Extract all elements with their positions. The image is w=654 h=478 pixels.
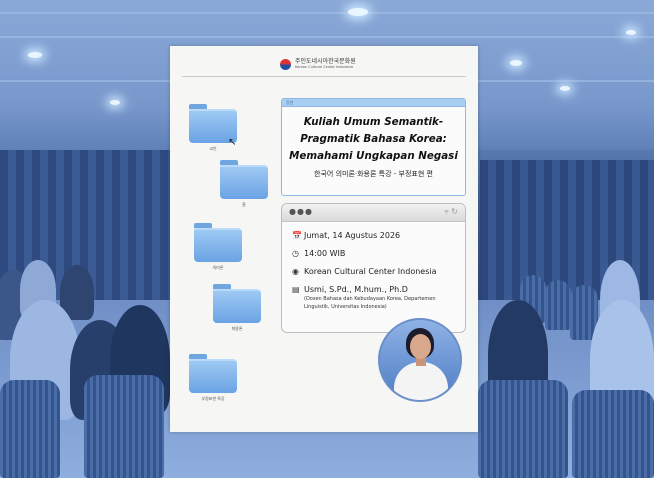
share-icon[interactable]: ⫧: [444, 207, 449, 216]
refresh-icon[interactable]: ↻: [451, 207, 458, 216]
title-window-bar-label: 강연: [286, 100, 294, 105]
ceiling-line: [0, 36, 654, 38]
ceiling-light: [510, 60, 522, 66]
event-title-line: Memahami Ungkapan Negasi: [289, 150, 458, 162]
date-row: 📅 Jumat, 14 Agustus 2026: [292, 230, 400, 241]
folder-home[interactable]: 홈: [220, 160, 268, 208]
ceiling-light: [560, 86, 570, 91]
folder-label: 부정표현 특강: [201, 396, 225, 401]
logo-english: Korean Cultural Center Indonesia: [295, 64, 353, 69]
event-venue: Korean Cultural Center Indonesia: [304, 267, 437, 276]
event-title-line: Pragmatik Bahasa Korea:: [300, 133, 447, 145]
folder-icon: [220, 165, 268, 199]
folder-icon: [194, 228, 242, 262]
mouse-cursor-icon: ↖: [228, 137, 237, 148]
event-title: Kuliah Umum Semantik- Pragmatik Bahasa K…: [282, 114, 465, 165]
logo-korean: 주인도네시아한국문화원: [295, 57, 356, 65]
title-window: 강연 Kuliah Umum Semantik- Pragmatik Bahas…: [281, 98, 466, 196]
event-time: 14:00 WIB: [304, 249, 346, 258]
kcc-logo: 주인도네시아한국문화원 Korean Cultural Center Indon…: [280, 56, 356, 72]
folder-pragmatics[interactable]: 화용론: [213, 284, 261, 332]
location-pin-icon: ◉: [292, 267, 299, 276]
chair: [0, 380, 60, 478]
folder-icon: [213, 289, 261, 323]
venue-row: ◉ Korean Cultural Center Indonesia: [292, 266, 437, 277]
taegeuk-icon: [280, 58, 291, 70]
info-window-bar: ●●● ⫧ ↻: [282, 204, 465, 222]
divider: [182, 76, 466, 77]
title-window-bar: 강연: [282, 99, 465, 107]
ceiling-light: [626, 30, 636, 35]
id-card-icon: ▤: [292, 285, 300, 294]
speaker-row: ▤ Usmi, S.Pd., M.hum., Ph.D (Dosen Bahas…: [292, 284, 454, 311]
ceiling-line: [0, 12, 654, 14]
clock-icon: ◷: [292, 249, 299, 258]
event-title-line: Kuliah Umum Semantik-: [303, 116, 444, 128]
event-date: Jumat, 14 Agustus 2026: [304, 231, 401, 240]
chair: [84, 375, 164, 478]
chair: [572, 390, 654, 478]
calendar-icon: 📅: [292, 231, 302, 240]
speaker-name: Usmi, S.Pd., M.hum., Ph.D: [304, 285, 408, 294]
speaker-photo: [378, 318, 462, 402]
ceiling-light: [348, 8, 368, 16]
ceiling-light: [110, 100, 120, 105]
info-window: ●●● ⫧ ↻ 📅 Jumat, 14 Agustus 2026 ◷ 14:00…: [281, 203, 466, 333]
event-poster: 주인도네시아한국문화원 Korean Cultural Center Indon…: [170, 46, 478, 432]
time-row: ◷ 14:00 WIB: [292, 248, 345, 259]
ceiling-light: [28, 52, 42, 58]
folder-icon: [189, 359, 237, 393]
folder-negation-lecture[interactable]: 부정표현 특강: [189, 354, 237, 402]
folder-label: 의미론: [212, 265, 224, 270]
folder-label: 홈: [242, 202, 246, 207]
event-subtitle: 한국어 의미론·화용론 특강 - 부정표현 편: [314, 170, 433, 178]
chair: [545, 280, 571, 330]
window-menu-dots[interactable]: ●●●: [289, 207, 313, 217]
folder-semantics[interactable]: 의미론: [194, 223, 242, 271]
chair: [478, 380, 568, 478]
speaker-affiliation: (Dosen Bahasa dan Kebudayaan Korea, Depa…: [304, 296, 436, 310]
folder-label: 화용론: [231, 326, 243, 331]
